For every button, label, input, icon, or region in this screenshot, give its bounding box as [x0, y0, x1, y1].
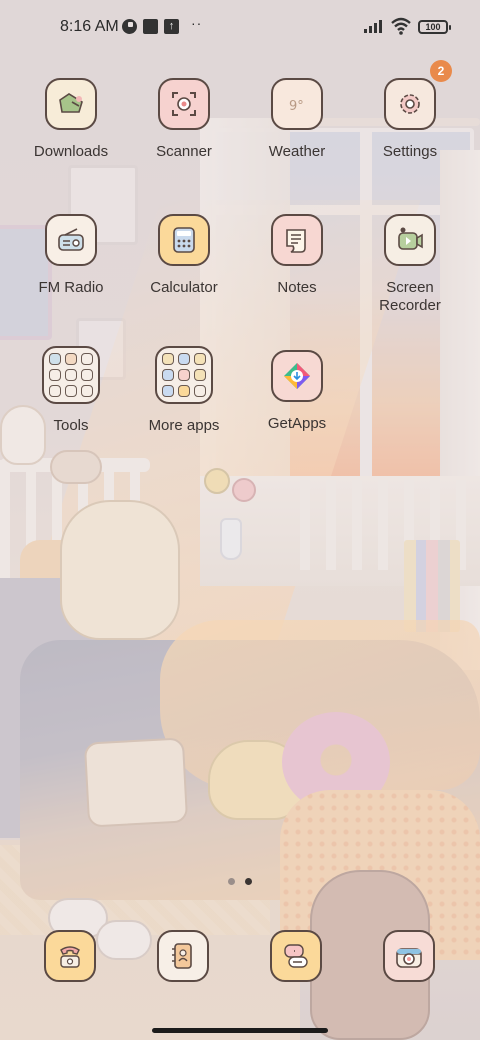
battery-icon: 100	[418, 20, 451, 34]
edge-icon	[122, 19, 137, 34]
more-notifications-indicator: ··	[191, 15, 203, 31]
contacts-icon	[157, 930, 209, 982]
page-dot[interactable]	[228, 878, 235, 885]
upload-icon: ↑	[164, 19, 179, 34]
dock-camera[interactable]	[383, 930, 435, 982]
app-label: Notes	[277, 279, 317, 296]
app-settings[interactable]: Settings	[355, 78, 465, 161]
app-label: FM Radio	[38, 279, 104, 296]
app-fm-radio[interactable]: FM Radio	[16, 214, 126, 297]
scanner-icon	[158, 78, 210, 130]
app-downloads[interactable]: Downloads	[16, 78, 126, 161]
app-notes[interactable]: Notes	[242, 214, 352, 297]
getapps-icon	[271, 350, 323, 402]
calculator-icon	[158, 214, 210, 266]
folder-icon	[42, 346, 100, 404]
dock-phone[interactable]	[44, 930, 96, 982]
home-screen: 8:16 AM ↑ ·· 100 Downloads Scanner 9° We…	[0, 0, 480, 1040]
app-label: Settings	[382, 143, 438, 160]
settings-notification-badge: 2	[430, 60, 452, 82]
weather-icon: 9°	[271, 78, 323, 130]
signal-icon	[364, 19, 386, 33]
clock: 8:16 AM	[60, 18, 119, 35]
app-label: Calculator	[150, 279, 218, 296]
app-label: More apps	[148, 417, 220, 434]
notes-icon	[271, 214, 323, 266]
app-weather[interactable]: 9° Weather	[242, 78, 352, 161]
folder-tools[interactable]: Tools	[16, 346, 126, 435]
phone-icon	[44, 930, 96, 982]
gear-icon	[384, 78, 436, 130]
status-bar: 8:16 AM ↑ ·· 100	[0, 0, 480, 56]
download-icon	[45, 78, 97, 130]
app-label: Weather	[268, 143, 326, 160]
camera-icon	[383, 930, 435, 982]
radio-icon	[45, 214, 97, 266]
app-scanner[interactable]: Scanner	[129, 78, 239, 161]
folder-more-apps[interactable]: More apps	[129, 346, 239, 435]
app-calculator[interactable]: Calculator	[129, 214, 239, 297]
app-label: Screen Recorder	[379, 279, 441, 314]
page-dot-active[interactable]	[245, 878, 252, 885]
app-label: GetApps	[267, 415, 327, 432]
app-label: Tools	[53, 417, 89, 434]
square-icon	[143, 19, 158, 34]
svg-text:9°: 9°	[289, 99, 304, 114]
video-icon	[384, 214, 436, 266]
wifi-icon	[391, 17, 411, 35]
folder-icon	[155, 346, 213, 404]
dock-contacts[interactable]	[157, 930, 209, 982]
app-label: Scanner	[156, 143, 212, 160]
app-screen-recorder[interactable]: Screen Recorder	[355, 214, 465, 315]
message-icon	[270, 930, 322, 982]
app-label: Downloads	[33, 143, 109, 160]
app-getapps[interactable]: GetApps	[242, 350, 352, 433]
dock-messages[interactable]	[270, 930, 322, 982]
gesture-home-bar[interactable]	[152, 1028, 328, 1033]
